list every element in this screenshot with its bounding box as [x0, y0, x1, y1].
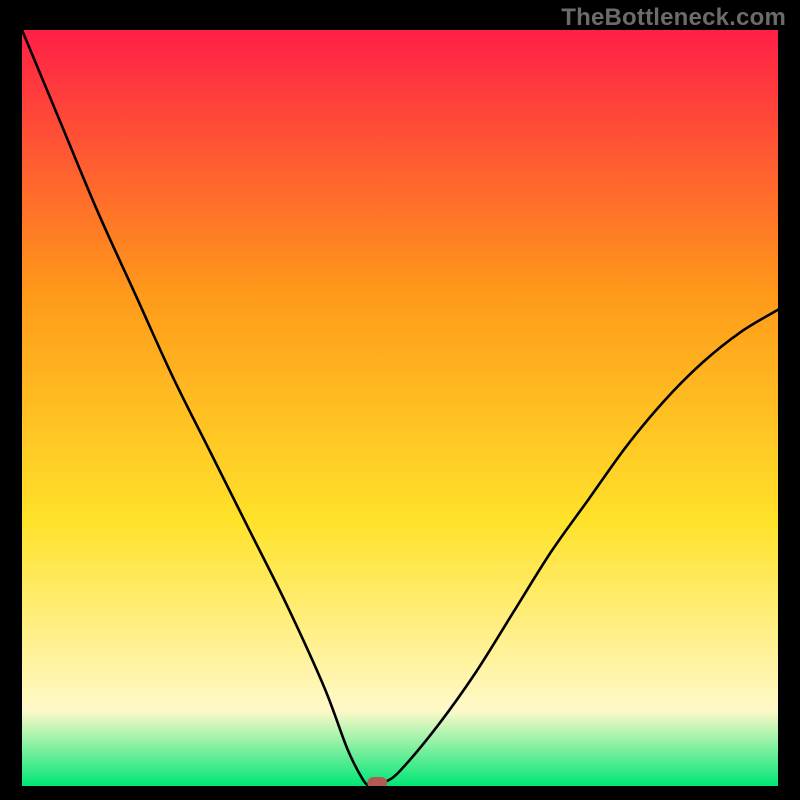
- bottleneck-chart: [22, 30, 778, 786]
- plot-area: [22, 30, 778, 786]
- chart-frame: TheBottleneck.com: [0, 0, 800, 800]
- gradient-background: [22, 30, 778, 786]
- optimal-marker: [367, 777, 387, 786]
- watermark-text: TheBottleneck.com: [561, 4, 786, 32]
